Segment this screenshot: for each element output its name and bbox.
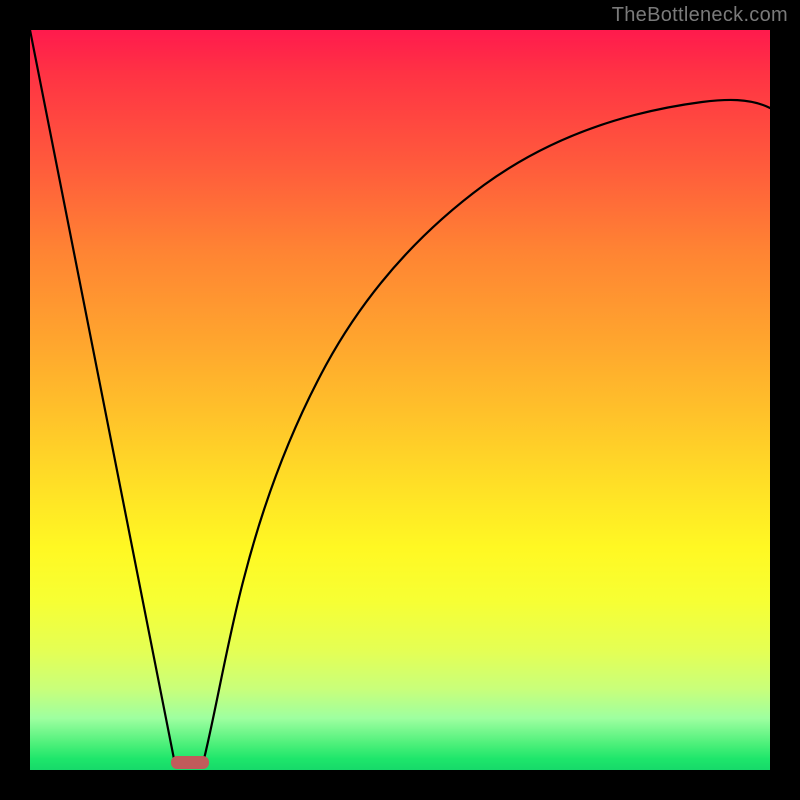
valley-marker-rect: [171, 756, 209, 769]
chart-svg: [30, 30, 770, 770]
chart-frame: TheBottleneck.com: [0, 0, 800, 800]
right-curve-path: [204, 100, 770, 759]
left-line-path: [30, 30, 174, 759]
plot-area: [30, 30, 770, 770]
watermark-text: TheBottleneck.com: [612, 4, 788, 27]
